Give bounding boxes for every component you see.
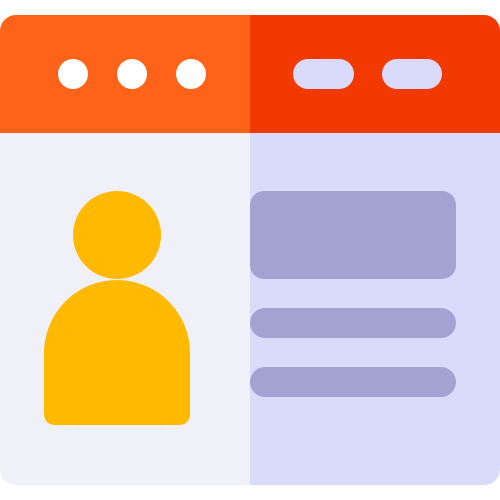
titlebar-pill-1: [293, 59, 354, 89]
avatar-head: [73, 191, 161, 279]
titlebar-right: [250, 15, 500, 133]
avatar-body: [44, 280, 190, 425]
window-dot-2: [117, 59, 147, 89]
icon-canvas: [0, 15, 500, 485]
window-dot-3: [176, 59, 206, 89]
content-text-line-2: [250, 367, 456, 397]
window-dot-1: [58, 59, 88, 89]
content-text-line-1: [250, 308, 456, 338]
titlebar-pill-2: [382, 59, 442, 89]
profile-webpage-icon: [0, 0, 500, 500]
content-image-block: [250, 191, 456, 279]
